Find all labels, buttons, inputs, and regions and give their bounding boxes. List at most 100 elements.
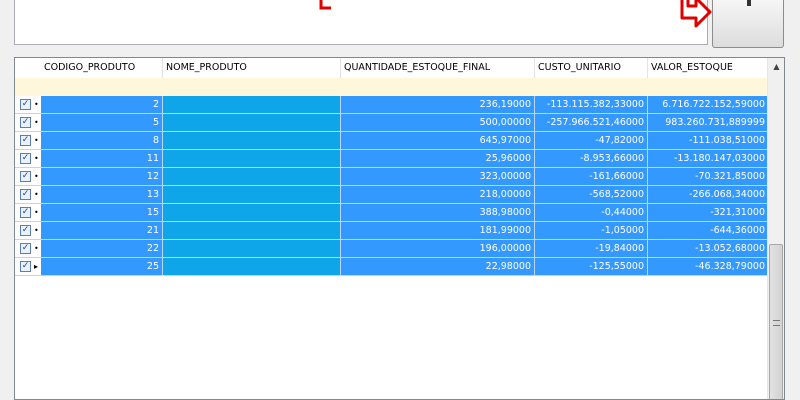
column-header-nome-produto[interactable]: NOME_PRODUTO [163,58,341,78]
cell-nome-produto[interactable] [163,186,341,203]
table-row[interactable]: ✓ • 2 236,19000 -113.115.382,33000 6.716.722.… [15,96,769,114]
vertical-scrollbar[interactable]: ▲ [767,58,784,399]
cell-nome-produto[interactable] [163,240,341,257]
cell-valor-estoque[interactable]: -13.180.147,03000 [648,150,769,167]
cell-nome-produto[interactable] [163,258,341,275]
cell-codigo-produto[interactable]: 21 [41,222,163,239]
cell-custo-unitario[interactable]: -47,82000 [535,132,648,149]
cell-custo-unitario[interactable]: -8.953,66000 [535,150,648,167]
row-checkbox[interactable]: ✓ [20,243,31,254]
row-checkbox[interactable]: ✓ [20,99,31,110]
cell-codigo-produto[interactable]: 5 [41,114,163,131]
cell-nome-produto[interactable] [163,96,341,113]
row-checkbox[interactable]: ✓ [20,189,31,200]
cell-valor-estoque[interactable]: 6.716.722.152,59000 [648,96,769,113]
cell-codigo-produto[interactable]: 2 [41,96,163,113]
cell-valor-estoque[interactable]: 983.260.731,889999 [648,114,769,131]
row-indicator[interactable]: ✓ • [15,150,41,167]
action-button[interactable] [712,0,784,48]
cell-quantidade-estoque-final[interactable]: 25,96000 [341,150,535,167]
row-indicator[interactable]: ✓ ▸ [15,258,41,275]
cell-quantidade-estoque-final[interactable]: 645,97000 [341,132,535,149]
row-checkbox[interactable]: ✓ [20,261,31,272]
cell-nome-produto[interactable] [163,222,341,239]
red-arrow-annotation-icon [680,0,712,28]
table-row[interactable]: ✓ • 22 196,00000 -19,84000 -13.052,68000 [15,240,769,258]
cell-custo-unitario[interactable]: -19,84000 [535,240,648,257]
column-header-codigo-produto[interactable]: CODIGO_PRODUTO [41,58,163,78]
row-marker-icon: • [34,190,39,199]
scroll-thumb[interactable] [769,244,783,399]
table-row[interactable]: ✓ • 5 500,00000 -257.966.521,46000 983.260.73… [15,114,769,132]
cell-custo-unitario[interactable]: -0,44000 [535,204,648,221]
grid-filter-row[interactable] [15,78,769,96]
table-row[interactable]: ✓ • 11 25,96000 -8.953,66000 -13.180.147,0300… [15,150,769,168]
row-marker-icon: • [34,154,39,163]
cell-valor-estoque[interactable]: -46.328,79000 [648,258,769,275]
column-header-quantidade-estoque-final[interactable]: QUANTIDADE_ESTOQUE_FINAL [341,58,535,78]
cell-quantidade-estoque-final[interactable]: 196,00000 [341,240,535,257]
data-grid[interactable]: CODIGO_PRODUTO NOME_PRODUTO QUANTIDADE_EST… [14,57,785,400]
row-checkbox[interactable]: ✓ [20,117,31,128]
row-indicator[interactable]: ✓ • [15,168,41,185]
scroll-up-icon[interactable]: ▲ [768,58,784,75]
cell-nome-produto[interactable] [163,168,341,185]
cell-quantidade-estoque-final[interactable]: 500,00000 [341,114,535,131]
row-checkbox[interactable]: ✓ [20,135,31,146]
cell-custo-unitario[interactable]: -568,52000 [535,186,648,203]
table-row[interactable]: ✓ • 12 323,00000 -161,66000 -70.321,85000 [15,168,769,186]
cell-codigo-produto[interactable]: 13 [41,186,163,203]
row-indicator[interactable]: ✓ • [15,96,41,113]
cell-quantidade-estoque-final[interactable]: 218,00000 [341,186,535,203]
cell-nome-produto[interactable] [163,114,341,131]
cell-nome-produto[interactable] [163,204,341,221]
table-row[interactable]: ✓ • 8 645,97000 -47,82000 -111.038,51000 [15,132,769,150]
table-row[interactable]: ✓ • 21 181,99000 -1,05000 -644,36000 [15,222,769,240]
cell-codigo-produto[interactable]: 11 [41,150,163,167]
cell-codigo-produto[interactable]: 15 [41,204,163,221]
cell-custo-unitario[interactable]: -161,66000 [535,168,648,185]
current-row-marker-icon: ▸ [34,262,39,271]
table-row[interactable]: ✓ ▸ 25 22,98000 -125,55000 -46.328,79000 [15,258,769,276]
table-row[interactable]: ✓ • 13 218,00000 -568,52000 -266.068,34000 [15,186,769,204]
row-checkbox[interactable]: ✓ [20,171,31,182]
column-header-custo-unitario[interactable]: CUSTO_UNITARIO [535,58,648,78]
cell-codigo-produto[interactable]: 12 [41,168,163,185]
row-indicator[interactable]: ✓ • [15,186,41,203]
table-row[interactable]: ✓ • 15 388,98000 -0,44000 -321,31000 [15,204,769,222]
row-marker-icon: • [34,208,39,217]
cell-valor-estoque[interactable]: -644,36000 [648,222,769,239]
column-header-valor-estoque[interactable]: VALOR_ESTOQUE [648,58,769,78]
cell-custo-unitario[interactable]: -257.966.521,46000 [535,114,648,131]
cell-valor-estoque[interactable]: -266.068,34000 [648,186,769,203]
cell-custo-unitario[interactable]: -113.115.382,33000 [535,96,648,113]
row-indicator[interactable]: ✓ • [15,114,41,131]
cell-quantidade-estoque-final[interactable]: 181,99000 [341,222,535,239]
row-indicator[interactable]: ✓ • [15,132,41,149]
cell-codigo-produto[interactable]: 25 [41,258,163,275]
cell-quantidade-estoque-final[interactable]: 22,98000 [341,258,535,275]
row-marker-icon: • [34,136,39,145]
cell-codigo-produto[interactable]: 22 [41,240,163,257]
row-indicator[interactable]: ✓ • [15,240,41,257]
row-indicator[interactable]: ✓ • [15,204,41,221]
cell-custo-unitario[interactable]: -1,05000 [535,222,648,239]
row-checkbox[interactable]: ✓ [20,153,31,164]
cell-custo-unitario[interactable]: -125,55000 [535,258,648,275]
cell-valor-estoque[interactable]: -70.321,85000 [648,168,769,185]
cell-nome-produto[interactable] [163,150,341,167]
cell-codigo-produto[interactable]: 8 [41,132,163,149]
red-annotation-mark [319,0,331,10]
scroll-grip-icon [773,320,780,326]
cell-quantidade-estoque-final[interactable]: 323,00000 [341,168,535,185]
row-indicator[interactable]: ✓ • [15,222,41,239]
top-panel [14,0,708,45]
row-checkbox[interactable]: ✓ [20,207,31,218]
row-checkbox[interactable]: ✓ [20,225,31,236]
cell-quantidade-estoque-final[interactable]: 236,19000 [341,96,535,113]
cell-valor-estoque[interactable]: -13.052,68000 [648,240,769,257]
cell-nome-produto[interactable] [163,132,341,149]
cell-quantidade-estoque-final[interactable]: 388,98000 [341,204,535,221]
cell-valor-estoque[interactable]: -321,31000 [648,204,769,221]
cell-valor-estoque[interactable]: -111.038,51000 [648,132,769,149]
